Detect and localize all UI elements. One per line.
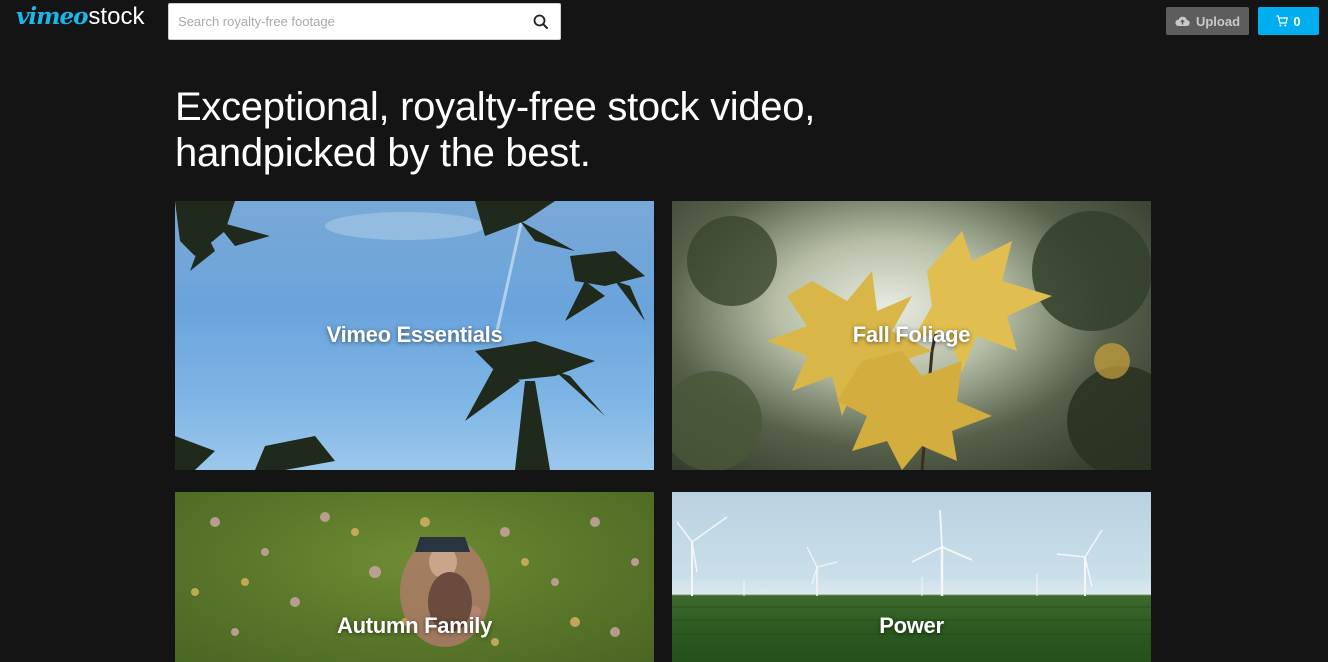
collection-label: Power (879, 613, 944, 638)
upload-button[interactable]: Upload (1166, 7, 1249, 35)
search-icon[interactable] (532, 13, 550, 31)
upload-button-label: Upload (1195, 13, 1241, 29)
cloud-upload-icon (1175, 16, 1190, 27)
cart-count: 0 (1293, 13, 1301, 29)
logo-stock-wordmark: stock (88, 3, 145, 30)
collection-tile-power[interactable]: Power (672, 492, 1151, 662)
collection-label: Vimeo Essentials (326, 322, 503, 347)
cart-button[interactable]: 0 (1258, 7, 1319, 35)
collection-tile-autumn-family[interactable]: Autumn Family (175, 492, 654, 662)
vimeo-stock-logo[interactable]: vimeo stock (16, 3, 144, 33)
collection-tile-fall-foliage[interactable]: Fall Foliage (672, 201, 1151, 470)
search-input[interactable] (169, 5, 520, 38)
collection-label: Fall Foliage (852, 322, 971, 347)
collection-label: Autumn Family (337, 613, 492, 638)
collection-tile-vimeo-essentials[interactable]: Vimeo Essentials (175, 201, 654, 470)
headline-line-2: handpicked by the best. (175, 131, 591, 175)
logo-vimeo-wordmark: vimeo (16, 3, 88, 30)
top-navigation-bar: vimeo stock Upload 0 (0, 0, 1328, 42)
page-headline: Exceptional, royalty-free stock video, h… (175, 84, 935, 176)
search-bar (168, 3, 561, 40)
cart-icon (1276, 15, 1289, 27)
headline-line-1: Exceptional, royalty-free stock video, (175, 85, 816, 129)
